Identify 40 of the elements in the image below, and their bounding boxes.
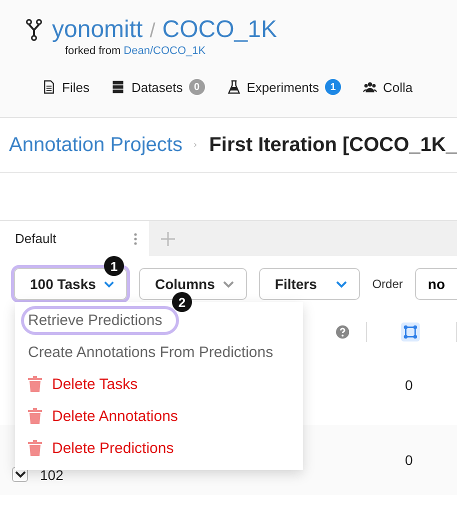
menu-item[interactable]: Delete Tasks: [15, 368, 303, 400]
filters-dropdown-button[interactable]: Filters: [258, 268, 360, 300]
nav-tab[interactable]: Experiments 1: [226, 79, 342, 95]
fork-source-link[interactable]: Dean/COCO_1K: [124, 45, 206, 57]
bounding-box-icon: [401, 322, 420, 342]
server-icon: [111, 80, 126, 94]
step-marker: 1: [104, 256, 124, 276]
chevron-down-icon: [336, 280, 348, 288]
fork-icon: [26, 19, 42, 41]
breadcrumb-link[interactable]: Annotation Projects: [9, 134, 182, 156]
owner-link[interactable]: yonomitt: [52, 16, 143, 44]
menu-item[interactable]: Delete Annotations: [15, 400, 303, 432]
menu-item[interactable]: Delete Predictions: [15, 432, 303, 464]
trash-icon: [28, 376, 42, 392]
chevron-down-icon: [14, 471, 26, 478]
chevron-down-icon: [104, 280, 114, 288]
count-cell: 0: [405, 452, 413, 468]
count-cell: 0: [405, 377, 413, 393]
nav-tab[interactable]: Datasets 0: [111, 79, 205, 95]
view-tab[interactable]: Default: [0, 221, 149, 256]
path-separator: /: [150, 20, 156, 43]
more-icon[interactable]: [134, 232, 137, 244]
forked-label: forked from: [65, 45, 121, 57]
count-badge: 0: [188, 79, 205, 95]
order-select[interactable]: no: [414, 268, 457, 300]
flask-icon: [226, 80, 241, 94]
chevron-down-icon: [222, 280, 234, 288]
count-badge: 1: [325, 79, 342, 95]
help-icon[interactable]: [336, 324, 350, 338]
nav-tab[interactable]: Files: [42, 79, 90, 95]
repo-link[interactable]: COCO_1K: [162, 16, 277, 44]
order-label: Order: [372, 277, 403, 291]
nav-tab[interactable]: Colla: [363, 79, 413, 95]
menu-item[interactable]: Create Annotations From Predictions: [15, 336, 303, 368]
trash-icon: [28, 440, 42, 456]
trash-icon: [28, 408, 42, 424]
page-title: First Iteration [COCO_1K_: [209, 134, 457, 156]
task-id-cell: 102: [40, 467, 64, 483]
document-icon: [42, 80, 56, 94]
users-icon: [363, 80, 378, 94]
